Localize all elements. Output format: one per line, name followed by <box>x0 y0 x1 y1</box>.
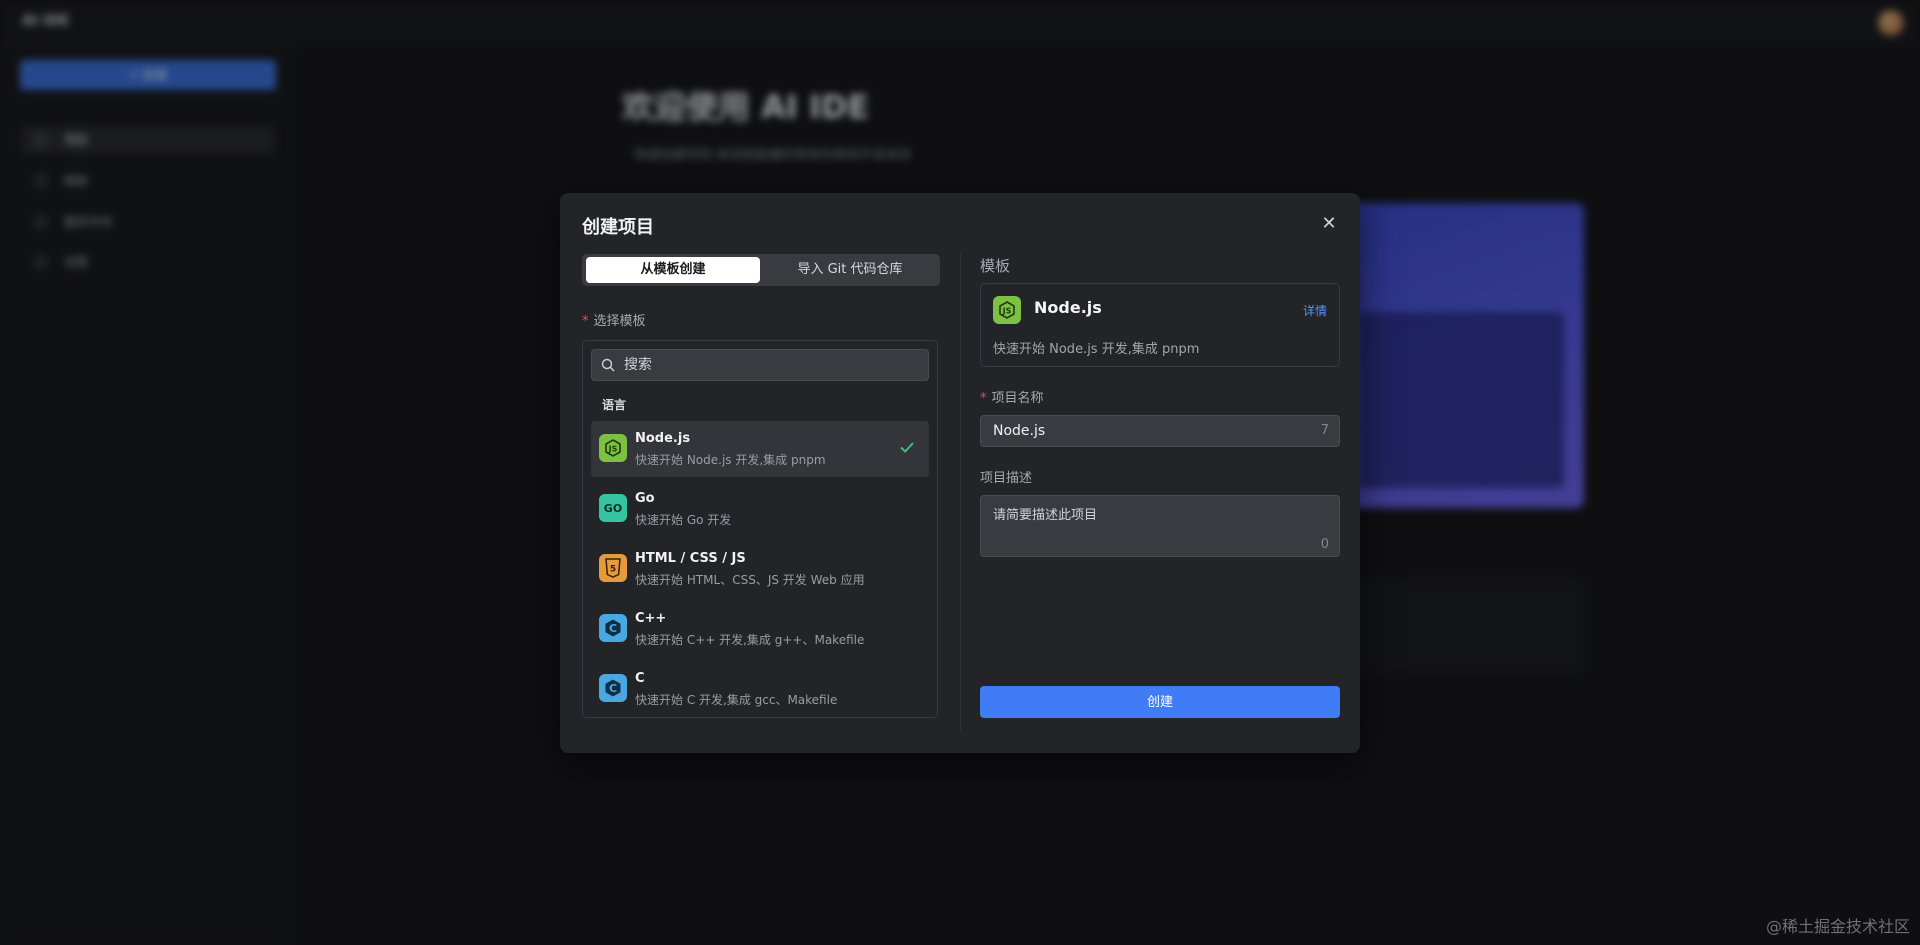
template-item-html[interactable]: 5 HTML / CSS / JS 快速开始 HTML、CSS、JS 开发 We… <box>591 541 929 597</box>
project-name-label: * 项目名称 <box>980 391 1044 406</box>
select-template-label: * 选择模板 <box>582 314 646 329</box>
project-desc-field: 0 <box>980 495 1340 557</box>
template-item-go[interactable]: GO Go 快速开始 Go 开发 <box>591 481 929 537</box>
template-desc: 快速开始 Go 开发 <box>635 513 732 527</box>
name-char-count: 7 <box>1320 423 1329 438</box>
selected-template-name: Node.js <box>1034 298 1102 317</box>
dialog-title: 创建项目 <box>582 217 654 238</box>
check-icon <box>900 442 914 453</box>
group-label-language: 语言 <box>602 398 627 412</box>
nodejs-icon: JS <box>599 434 627 462</box>
project-desc-textarea[interactable] <box>993 504 1323 544</box>
project-desc-label: 项目描述 <box>980 471 1033 486</box>
template-desc: 快速开始 C++ 开发,集成 g++、Makefile <box>635 633 865 647</box>
template-desc: 快速开始 Node.js 开发,集成 pnpm <box>635 453 826 467</box>
svg-text:GO: GO <box>604 502 622 515</box>
desc-char-count: 0 <box>1320 537 1329 552</box>
template-name: Node.js <box>635 431 691 446</box>
tab-from-template[interactable]: 从模板创建 <box>586 257 760 283</box>
selected-template-desc: 快速开始 Node.js 开发,集成 pnpm <box>993 342 1200 357</box>
tab-import-git[interactable]: 导入 Git 代码仓库 <box>764 257 936 283</box>
selected-template-card: JS Node.js 详情 快速开始 Node.js 开发,集成 pnpm <box>980 283 1340 367</box>
template-name: HTML / CSS / JS <box>635 551 746 566</box>
html5-icon: 5 <box>599 554 627 582</box>
svg-text:C: C <box>609 622 617 635</box>
create-button[interactable]: 创建 <box>980 686 1340 718</box>
project-name-field: 7 <box>980 415 1340 447</box>
close-icon[interactable]: ✕ <box>1318 213 1340 235</box>
template-name: C++ <box>635 611 667 626</box>
template-desc: 快速开始 HTML、CSS、JS 开发 Web 应用 <box>635 573 865 587</box>
svg-text:JS: JS <box>1002 307 1012 316</box>
svg-text:C: C <box>609 682 617 695</box>
svg-text:JS: JS <box>608 445 618 454</box>
watermark: @稀土掘金技术社区 <box>1765 917 1910 936</box>
project-name-input[interactable] <box>993 416 1293 446</box>
template-name: Go <box>635 491 655 506</box>
template-item-nodejs[interactable]: JS Node.js 快速开始 Node.js 开发,集成 pnpm <box>591 421 929 477</box>
template-section-label: 模板 <box>980 257 1011 275</box>
template-item-cpp[interactable]: C C++ 快速开始 C++ 开发,集成 g++、Makefile <box>591 601 929 657</box>
dialog-divider <box>960 253 961 731</box>
create-project-dialog: 创建项目 ✕ 从模板创建 导入 Git 代码仓库 *选择模板 语言 JS Nod… <box>560 193 1360 753</box>
search-input[interactable] <box>624 350 924 380</box>
nodejs-icon: JS <box>993 296 1021 324</box>
template-desc: 快速开始 C 开发,集成 gcc、Makefile <box>635 693 838 707</box>
details-link[interactable]: 详情 <box>1303 302 1327 319</box>
go-icon: GO <box>599 494 627 522</box>
c-icon: C <box>599 674 627 702</box>
template-list: 语言 JS Node.js 快速开始 Node.js 开发,集成 pnpm GO… <box>582 340 938 718</box>
template-item-c[interactable]: C C 快速开始 C 开发,集成 gcc、Makefile <box>591 661 929 717</box>
source-tabs: 从模板创建 导入 Git 代码仓库 <box>582 254 940 286</box>
svg-text:5: 5 <box>610 565 616 575</box>
search-icon <box>601 358 615 372</box>
search-box <box>591 349 929 381</box>
template-name: C <box>635 671 645 686</box>
cpp-icon: C <box>599 614 627 642</box>
